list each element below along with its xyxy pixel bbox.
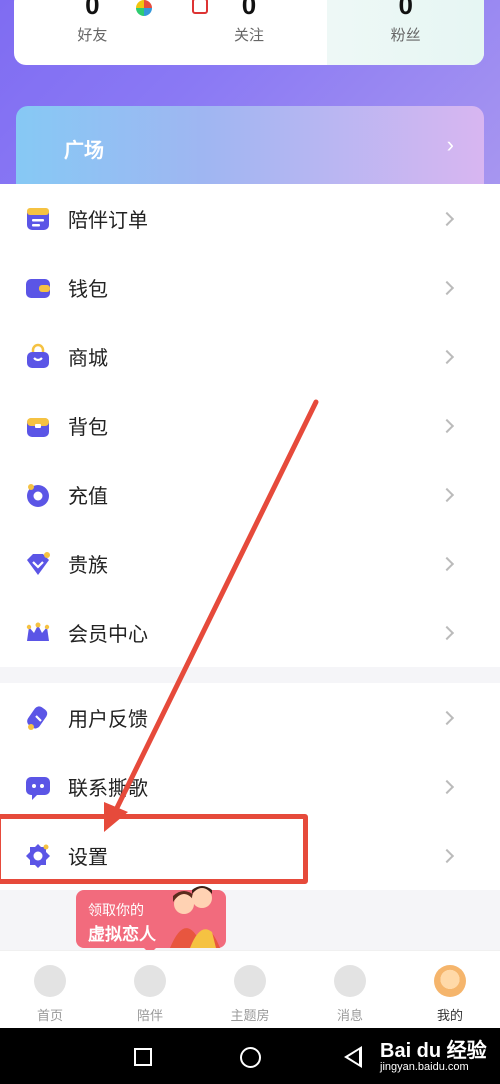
plaza-banner[interactable]: 广场 › [16,106,484,196]
stat-value: 0 [398,0,413,20]
menu-label: 设置 [68,847,108,869]
color-wheel-icon [136,0,152,16]
stat-following[interactable]: 0 关注 [171,0,328,65]
backpack-icon [24,412,52,440]
menu-label: 背包 [68,417,108,439]
chevron-right-icon [439,349,455,364]
chevron-right-icon [439,487,455,502]
chat-icon [24,773,52,801]
stat-fans[interactable]: 0 粉丝 [327,0,484,65]
stat-value: 0 [85,0,100,20]
heart-icon [134,965,166,997]
plaza-label: 广场 [64,140,104,162]
chevron-right-icon [439,280,455,295]
menu-item-noble[interactable]: 贵族 [0,529,500,598]
stat-label: 粉丝 [390,27,421,44]
watermark-main: Bai du 经验 [380,1040,487,1062]
menu-label: 充值 [68,486,108,508]
stat-label: 关注 [234,27,265,44]
menu-item-settings[interactable]: 设置 [0,821,500,890]
menu-label: 用户反馈 [68,709,148,731]
menu-item-backpack[interactable]: 背包 [0,391,500,460]
menu-item-orders[interactable]: 陪伴订单 [0,184,500,253]
virtual-lover-promo[interactable]: 领取你的 虚拟恋人 [76,886,226,954]
tab-mine[interactable]: 我的 [400,951,500,1028]
tab-label: 陪伴 [136,1008,163,1023]
tab-home[interactable]: 首页 [0,951,100,1028]
tab-label: 消息 [336,1008,363,1023]
menu-label: 贵族 [68,555,108,577]
system-nav-bar: Bai du 经验 jingyan.baidu.com [0,1028,500,1084]
back-triangle-icon[interactable] [344,1046,362,1068]
couple-illustration-icon [164,882,222,948]
tab-messages[interactable]: 消息 [300,951,400,1028]
recharge-icon [24,481,52,509]
chevron-right-icon [439,211,455,226]
chevron-right-icon [439,779,455,794]
chevron-right-icon: › [446,132,454,157]
chevron-right-icon [439,625,455,640]
menu-label: 商城 [68,348,108,370]
group-divider [0,667,500,683]
tab-label: 我的 [436,1008,463,1023]
home-icon [34,965,66,997]
noble-gem-icon [24,550,52,578]
promo-line1: 领取你的 [88,902,144,918]
house-icon [234,965,266,997]
shop-bag-icon [24,343,52,371]
menu-item-contact[interactable]: 联系撕歌 [0,752,500,821]
menu-label: 钱包 [68,279,108,301]
tab-label: 主题房 [230,1008,270,1023]
tab-theme-room[interactable]: 主题房 [200,951,300,1028]
chevron-right-icon [439,710,455,725]
menu-item-feedback[interactable]: 用户反馈 [0,683,500,752]
chevron-right-icon [439,848,455,863]
menu-label: 联系撕歌 [68,778,148,800]
message-icon [334,965,366,997]
promo-line2: 虚拟恋人 [88,925,156,944]
menu-item-wallet[interactable]: 钱包 [0,253,500,322]
chevron-right-icon [439,556,455,571]
avatar-icon [434,965,466,997]
tab-companion[interactable]: 陪伴 [100,951,200,1028]
page-bottom-space [0,890,500,950]
baidu-jingyan-watermark: Bai du 经验 jingyan.baidu.com [380,1034,487,1073]
recents-square-icon[interactable] [134,1048,152,1066]
bottom-tab-bar: 首页 陪伴 主题房 消息 我的 [0,950,500,1028]
menu-item-recharge[interactable]: 充值 [0,460,500,529]
crown-icon [24,619,52,647]
menu-item-shop[interactable]: 商城 [0,322,500,391]
order-icon [24,205,52,233]
chevron-right-icon [439,418,455,433]
menu-label: 陪伴订单 [68,210,148,232]
stats-card: 0 好友 0 关注 0 粉丝 [14,0,484,65]
feedback-pen-icon [24,704,52,732]
tab-label: 首页 [36,1008,63,1023]
stat-friends[interactable]: 0 好友 [14,0,208,65]
home-circle-icon[interactable] [240,1047,261,1068]
menu-list: 陪伴订单 钱包 商城 背包 充值 贵族 会员中心 用户反馈 联系撕歌 设置 [0,184,500,890]
gear-icon [24,842,52,870]
menu-label: 会员中心 [68,624,148,646]
stat-label: 好友 [77,27,108,44]
stat-value: 0 [241,0,257,20]
wallet-icon [24,274,52,302]
menu-item-vip-center[interactable]: 会员中心 [0,598,500,667]
